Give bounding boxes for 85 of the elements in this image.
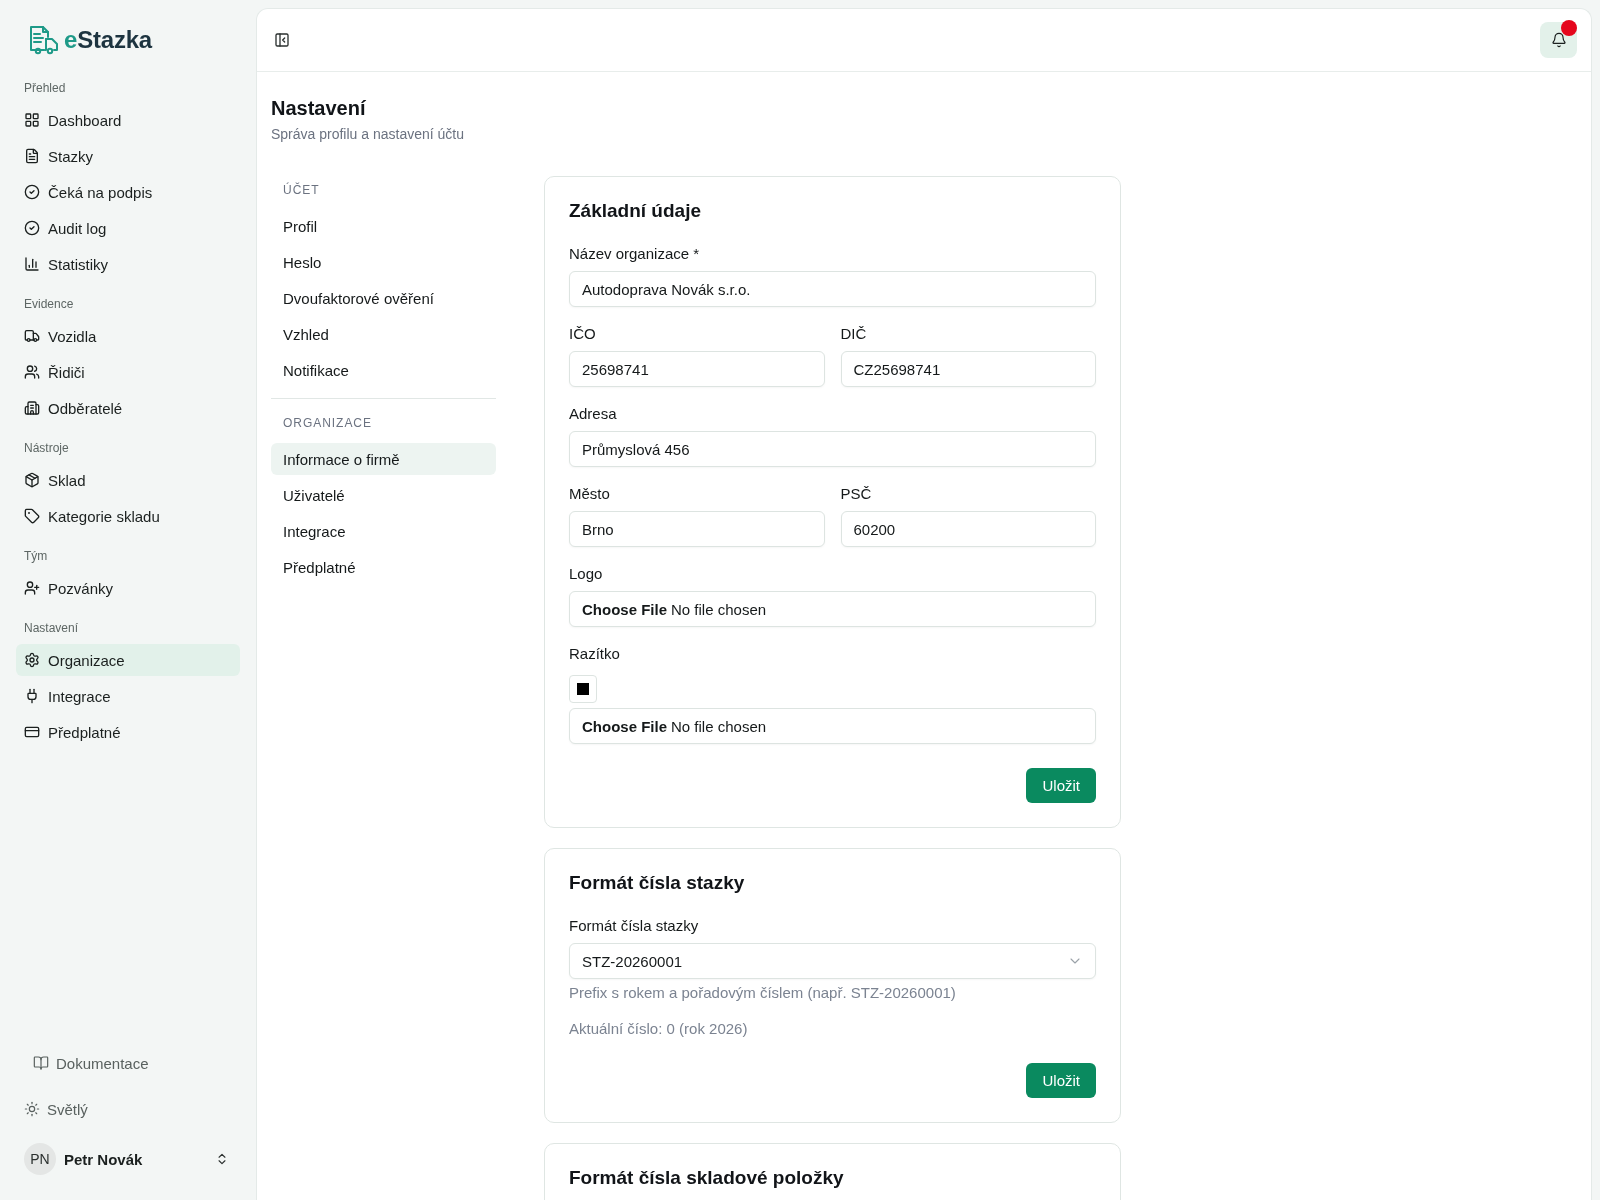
document-truck-icon [28, 25, 59, 55]
sidebar-group-label: Evidence [23, 296, 75, 313]
choose-file-button[interactable]: Choose File [582, 600, 667, 618]
field-label: Logo [569, 564, 604, 584]
user-plus-icon [24, 580, 40, 596]
card-title: Formát čísla skladové položky [569, 1166, 845, 1190]
text-input[interactable]: Průmyslová 456 [569, 431, 1096, 467]
card-title: Základní údaje [569, 199, 702, 223]
text-input[interactable]: 25698741 [569, 351, 825, 387]
sidebar-item[interactable]: Odběratelé [16, 392, 240, 424]
settings-section-heading: ORGANIZACE [282, 415, 373, 432]
field-label: Město [569, 484, 611, 504]
sidebar-item[interactable]: Kategorie skladu [16, 500, 240, 532]
sidebar-group-label: Přehled [23, 80, 67, 97]
hint-text: Prefix s rokem a pořadovým číslem (např. STZ-20260001) [569, 983, 957, 1003]
choose-file-button[interactable]: Choose File [582, 717, 667, 735]
settings-section-heading: ÚČET [282, 181, 321, 199]
panel-left-icon [274, 32, 290, 48]
sidebar-item[interactable]: Vozidla [16, 320, 240, 352]
sidebar-item[interactable]: Audit log [16, 212, 240, 244]
sidebar-item[interactable]: Sklad [16, 464, 240, 496]
save-button[interactable]: Uložit [1026, 1063, 1096, 1098]
settings-nav-item[interactable]: Uživatelé [271, 479, 496, 511]
notifications-button[interactable] [1540, 22, 1577, 58]
card-title: Formát čísla stazky [569, 871, 746, 895]
sidebar-item[interactable]: Čeká na podpis [16, 176, 240, 208]
sun-icon [24, 1101, 40, 1117]
truck-icon [24, 328, 40, 344]
field-label: Formát čísla stazky [569, 916, 700, 936]
check-circle-icon [24, 184, 40, 200]
sidebar-item[interactable]: Organizace [16, 644, 240, 676]
sidebar-item[interactable]: Předplatné [16, 716, 240, 748]
sidebar-group-label: Nastavení [23, 620, 80, 637]
file-status-text: No file chosen [671, 600, 767, 618]
theme-toggle[interactable]: Světlý [16, 1093, 240, 1125]
sidebar-toggle-button[interactable] [274, 32, 290, 48]
current-number-text: Aktuální číslo: 0 (rok 2026) [569, 1019, 749, 1039]
users-icon [24, 364, 40, 380]
page-title: Nastavení [271, 96, 367, 120]
building-icon [24, 400, 40, 416]
grid-icon [24, 112, 40, 128]
check-circle-icon [24, 220, 40, 236]
settings-nav-item[interactable]: Informace o firmě [271, 443, 496, 475]
settings-nav-item[interactable]: Dvoufaktorové ověření [271, 282, 496, 314]
document-icon [24, 148, 40, 164]
field-label: Název organizace * [569, 244, 701, 264]
page-subtitle: Správa profilu a nastavení účtu [271, 125, 465, 144]
field-label: PSČ [840, 484, 873, 504]
sidebar-item[interactable]: Integrace [16, 680, 240, 712]
user-name: Petr Novák [64, 1150, 144, 1168]
logo-text: eStazka [64, 26, 152, 54]
settings-nav-item[interactable]: Integrace [271, 515, 496, 547]
settings-icon [24, 652, 40, 668]
sidebar-group-label: Nástroje [23, 440, 70, 457]
settings-nav-item[interactable]: Heslo [271, 246, 496, 278]
bar-chart-icon [24, 256, 40, 272]
field-label: Razítko [569, 644, 621, 664]
save-button[interactable]: Uložit [1026, 768, 1096, 803]
tag-icon [24, 508, 40, 524]
sidebar-item[interactable]: Stazky [16, 140, 240, 172]
sidebar-item[interactable]: Statistiky [16, 248, 240, 280]
box-icon [24, 472, 40, 488]
sidebar-group-label: Tým [23, 548, 49, 565]
field-label: DIČ [840, 324, 868, 344]
user-avatar: PN [24, 1143, 56, 1175]
sidebar-item[interactable]: Dashboard [16, 104, 240, 136]
field-label: Adresa [569, 404, 618, 424]
sidebar-item[interactable]: Řidiči [16, 356, 240, 388]
text-input[interactable]: 60200 [840, 511, 1096, 547]
settings-nav-item[interactable]: Notifikace [271, 354, 496, 386]
text-input[interactable]: CZ25698741 [840, 351, 1096, 387]
docs-link[interactable]: Dokumentace [16, 1047, 240, 1079]
file-status-text: No file chosen [671, 717, 767, 735]
text-input[interactable]: Autodoprava Novák s.r.o. [569, 271, 1096, 307]
book-icon [33, 1055, 49, 1071]
bell-icon [1550, 32, 1567, 48]
credit-card-icon [24, 724, 40, 740]
select-field[interactable]: STZ-20260001 [569, 943, 1096, 979]
field-label: IČO [569, 324, 597, 344]
settings-nav-item[interactable]: Profil [271, 210, 496, 242]
plug-icon [24, 688, 40, 704]
settings-nav-item[interactable]: Předplatné [271, 551, 496, 583]
sidebar-item[interactable]: Pozvánky [16, 572, 240, 604]
text-input[interactable]: Brno [569, 511, 825, 547]
settings-nav-item[interactable]: Vzhled [271, 318, 496, 350]
